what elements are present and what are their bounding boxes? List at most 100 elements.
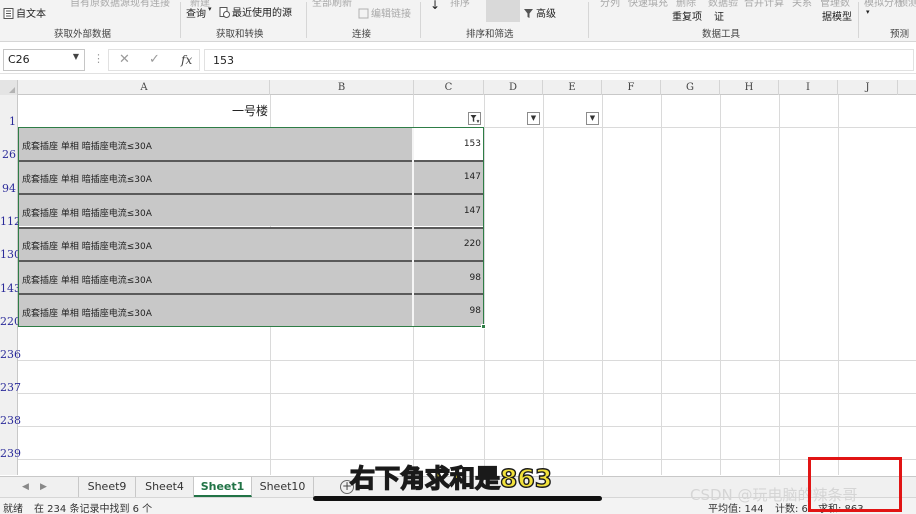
column-header-d[interactable]: D — [484, 80, 543, 95]
column-header-f[interactable]: F — [602, 80, 661, 95]
edit-links-button[interactable]: 编辑链接 — [358, 5, 411, 20]
row-header[interactable]: 26 — [0, 148, 18, 161]
from-text-button[interactable]: 自文本 — [3, 5, 46, 20]
tab-sheet10[interactable]: Sheet10 — [252, 477, 314, 497]
new-query-button[interactable]: 查询 — [186, 5, 206, 20]
group-label-data-tools: 数据工具 — [702, 29, 741, 40]
remove-duplicates-button[interactable]: 重复项 — [672, 8, 702, 23]
row-header[interactable]: 236 — [0, 348, 21, 361]
row-header[interactable]: 220 — [0, 315, 21, 328]
ribbon-cut-off-label: 快速填充 — [628, 0, 668, 9]
column-header-j[interactable]: J — [838, 80, 898, 95]
grid-line — [838, 95, 839, 475]
selection-range — [18, 127, 484, 327]
name-box[interactable]: C26 ▼ — [3, 49, 85, 71]
annotation-highlight-box — [808, 457, 902, 512]
grid-line — [779, 95, 780, 475]
grid-line — [18, 360, 916, 361]
link-icon — [358, 8, 369, 19]
tab-sheet1[interactable]: Sheet1 — [194, 477, 252, 497]
ribbon-cut-off-label: 合并计算 — [744, 0, 784, 9]
ribbon-cut-off-label: 自有原数据源 — [70, 0, 130, 9]
ribbon-cut-off-label: 分列 — [600, 0, 620, 9]
column-header-g[interactable]: G — [661, 80, 720, 95]
grid-line — [18, 426, 916, 427]
grid-line — [661, 95, 662, 475]
manage-data-model-button[interactable]: 据模型 — [822, 8, 852, 23]
advanced-filter-button[interactable]: 高级 — [523, 5, 556, 20]
more-dots-icon: ⋮ — [93, 52, 104, 65]
video-progress-bar — [313, 496, 602, 501]
column-header-e[interactable]: E — [543, 80, 602, 95]
ribbon-separator — [858, 2, 859, 38]
data-validation-button[interactable]: 证 — [714, 8, 724, 23]
tab-sheet9[interactable]: Sheet9 — [78, 477, 136, 497]
grid-line — [543, 95, 544, 475]
group-label-sort-filter: 排序和筛选 — [466, 29, 514, 40]
dropdown-caret-icon: ▾ — [208, 5, 212, 13]
ribbon-cut-off-label: 现有连接 — [130, 0, 170, 9]
filter-active-icon[interactable] — [468, 112, 481, 125]
row-header[interactable]: 1 — [0, 115, 18, 128]
grid-line — [720, 95, 721, 475]
text-file-icon — [3, 8, 14, 19]
formula-buttons: ✕ ✓ fx — [108, 49, 200, 71]
formula-bar: C26 ▼ ⋮ ✕ ✓ fx 153 — [0, 46, 916, 74]
insert-function-button[interactable]: fx — [181, 53, 192, 67]
row-header[interactable]: 238 — [0, 414, 21, 427]
status-found-records: 在 234 条记录中找到 6 个 — [34, 504, 153, 514]
fill-handle[interactable] — [481, 324, 486, 329]
ribbon-separator — [420, 2, 421, 38]
edit-links-label: 编辑链接 — [371, 9, 411, 20]
filter-button-active[interactable] — [486, 0, 520, 22]
cancel-icon[interactable]: ✕ — [119, 52, 130, 67]
column-header-h[interactable]: H — [720, 80, 779, 95]
ribbon-cut-off-label: 全部刷新 — [312, 0, 352, 9]
enter-icon[interactable]: ✓ — [149, 52, 160, 67]
group-label-forecast: 预测 — [890, 29, 910, 40]
column-header-b[interactable]: B — [270, 80, 414, 95]
sheet-title-cell[interactable]: 一号楼 — [205, 102, 295, 119]
name-box-value: C26 — [8, 53, 30, 66]
row-header[interactable]: 143 — [0, 282, 21, 295]
formula-input[interactable]: 153 — [204, 49, 914, 71]
ribbon-separator — [306, 2, 307, 38]
recent-sources-label: 最近使用的源 — [232, 8, 292, 19]
row-header[interactable]: 94 — [0, 182, 18, 195]
recent-sources-button[interactable]: 最近使用的源 — [219, 4, 292, 19]
sort-az-icon[interactable]: ↓ — [430, 0, 440, 12]
group-label-get-transform: 获取和转换 — [216, 29, 264, 40]
row-header[interactable]: 112 — [0, 215, 21, 228]
tab-scroll-right-icon[interactable]: ▶ — [40, 482, 47, 492]
ribbon-cut-off-label: 排序 — [450, 0, 470, 9]
row-header[interactable]: 130 — [0, 248, 21, 261]
excel-window: 自有原数据源 现有连接 新建 全部刷新 排序 筛选 分列 快速填充 删除 数据验… — [0, 0, 916, 514]
tab-scroll-left-icon[interactable]: ◀ — [22, 482, 29, 492]
from-text-label: 自文本 — [16, 9, 46, 20]
filter-dropdown-e[interactable]: ▼ — [586, 112, 599, 125]
column-header-a[interactable]: A — [19, 80, 270, 95]
video-subtitle: 右下角求和是863 — [349, 463, 553, 493]
status-ready: 就绪 — [3, 504, 23, 514]
select-all-corner[interactable] — [0, 80, 18, 95]
chevron-down-icon[interactable]: ▼ — [73, 52, 79, 61]
ribbon-cut-off-label: 关系 — [792, 0, 812, 9]
group-label-connections: 连接 — [352, 29, 372, 40]
grid-line — [484, 95, 485, 475]
filter-dropdown-d[interactable]: ▼ — [527, 112, 540, 125]
ribbon-cut-off-label: 预测 — [898, 0, 916, 9]
advanced-filter-label: 高级 — [536, 9, 556, 20]
funnel-icon — [470, 115, 480, 124]
ribbon-separator — [588, 2, 589, 38]
column-header-i[interactable]: I — [779, 80, 838, 95]
formula-value: 153 — [213, 54, 234, 67]
dropdown-caret-icon: ▾ — [866, 8, 870, 16]
recent-sources-icon — [219, 7, 230, 18]
ribbon-data-tab: 自有原数据源 现有连接 新建 全部刷新 排序 筛选 分列 快速填充 删除 数据验… — [0, 0, 916, 42]
tab-sheet4[interactable]: Sheet4 — [136, 477, 194, 497]
column-header-c[interactable]: C — [414, 80, 484, 95]
ribbon-separator — [180, 2, 181, 38]
row-header[interactable]: 239 — [0, 447, 21, 460]
row-header[interactable]: 237 — [0, 381, 21, 394]
grid-line — [18, 393, 916, 394]
